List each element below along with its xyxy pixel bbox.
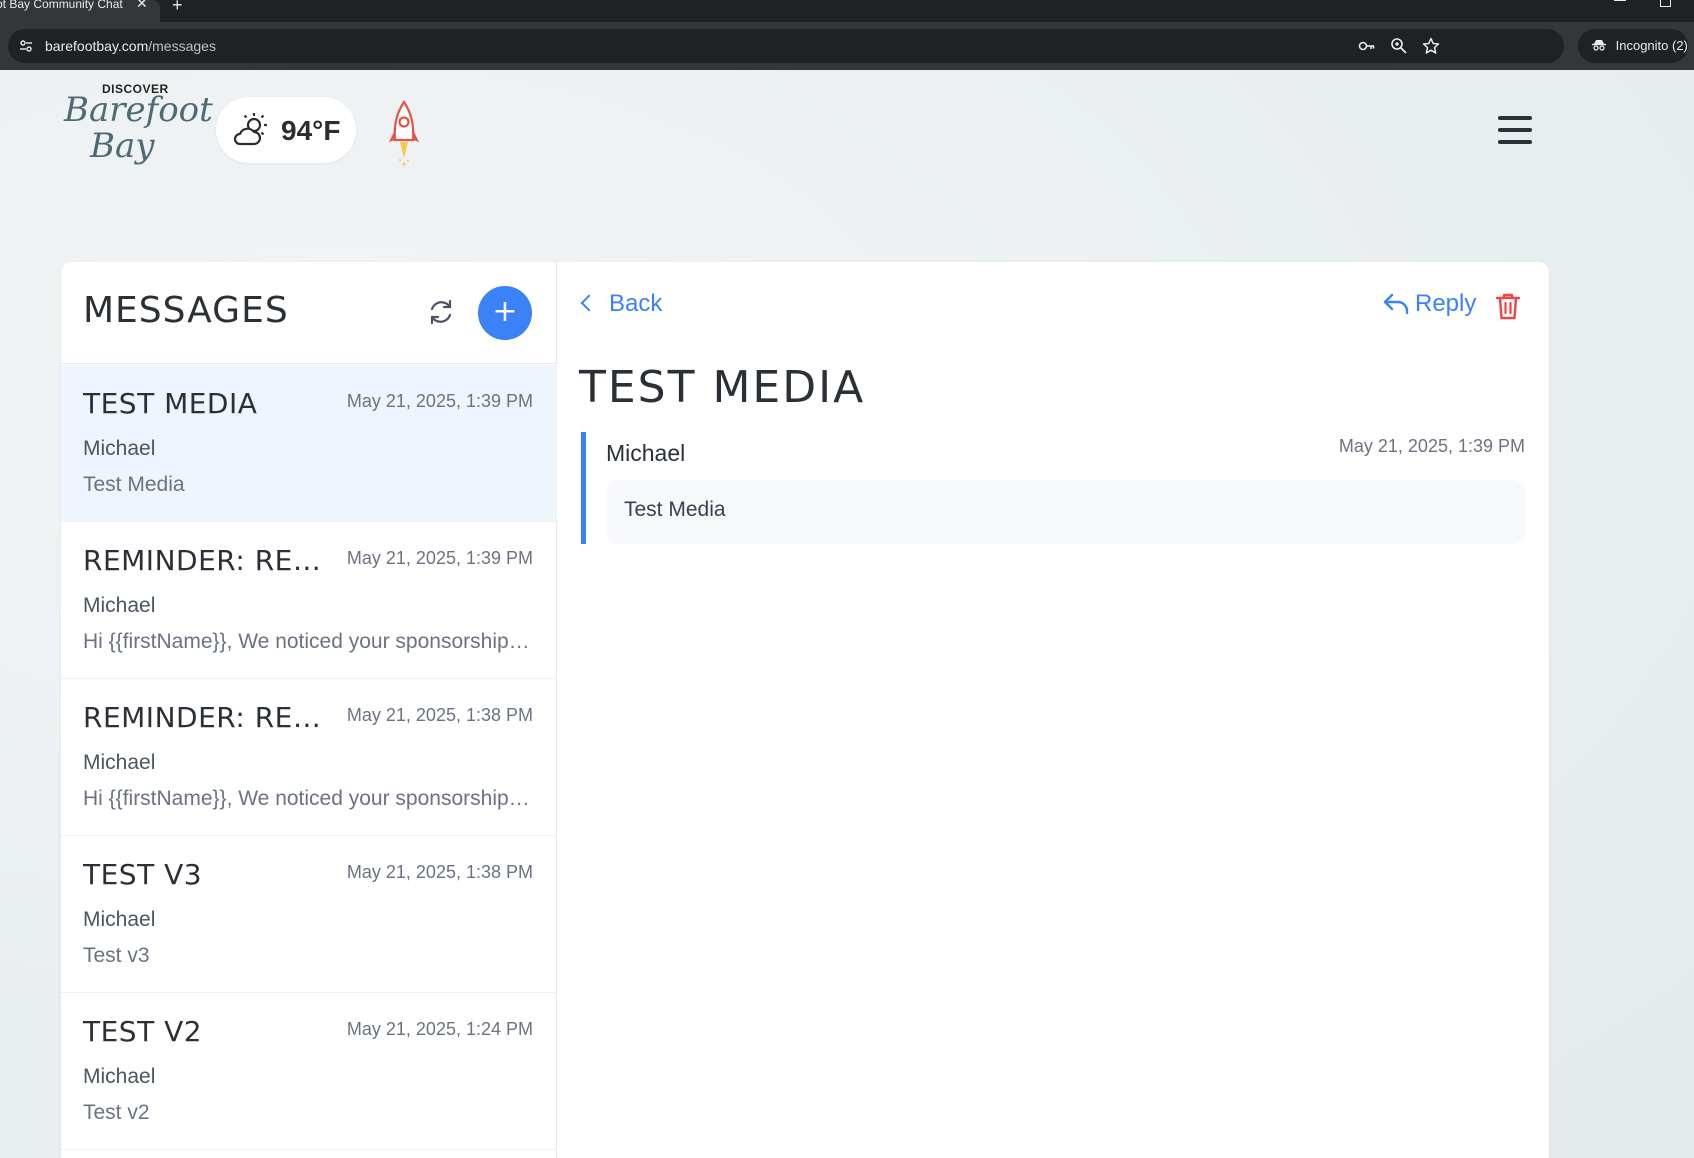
- chevron-left-icon: [580, 294, 598, 312]
- back-button[interactable]: Back: [580, 290, 663, 318]
- message-detail-title: TEST MEDIA: [579, 362, 866, 413]
- thread-sender: Michael: [606, 440, 686, 466]
- zoom-icon[interactable]: [1390, 37, 1408, 55]
- messages-title: MESSAGES: [83, 290, 289, 331]
- message-preview: Hi {{firstName}}, We noticed your sponso…: [83, 630, 535, 653]
- message-list-item[interactable]: REMINDER: RENEW May 21, 2025, 1:38 PM Mi…: [61, 679, 557, 836]
- message-list-panel: MESSAGES + TEST MEDIA May 21, 2025, 1:39…: [61, 262, 557, 1158]
- message-preview: Hi {{firstName}}, We noticed your sponso…: [83, 787, 535, 810]
- message-sender: Michael: [83, 908, 156, 931]
- messages-container: MESSAGES + TEST MEDIA May 21, 2025, 1:39…: [61, 262, 1549, 1158]
- message-list-item[interactable]: REMINDER: RENEW May 21, 2025, 1:39 PM Mi…: [61, 522, 557, 679]
- minimize-icon[interactable]: [1614, 0, 1626, 1]
- site-info-icon[interactable]: [18, 38, 34, 54]
- weather-widget[interactable]: 94°F: [216, 97, 356, 163]
- message-date: May 21, 2025, 1:38 PM: [346, 862, 533, 882]
- weather-temperature: 94°F: [281, 115, 341, 146]
- logo-line-2: Bay: [90, 126, 155, 166]
- message-list-item[interactable]: TEST V2 May 21, 2025, 1:24 PM Michael Te…: [61, 993, 557, 1150]
- message-subject: REMINDER: RENEW: [83, 701, 329, 734]
- message-list-header: MESSAGES +: [61, 262, 557, 364]
- browser-toolbar: barefootbay.com/messages Incognito (2): [0, 22, 1694, 70]
- incognito-label: Incognito (2): [1615, 38, 1688, 53]
- partly-cloudy-sun-icon: [232, 111, 270, 149]
- message-subject: TEST MEDIA: [83, 387, 258, 420]
- back-label: Back: [609, 290, 663, 317]
- message-date: May 21, 2025, 1:39 PM: [346, 391, 533, 411]
- browser-tabstrip: ot Bay Community Chat ✕ +: [0, 0, 1694, 22]
- maximize-icon[interactable]: [1660, 0, 1671, 7]
- message-list-item[interactable]: TEST MEDIA May 21, 2025, 1:39 PM Michael…: [61, 365, 557, 522]
- new-tab-button[interactable]: +: [172, 0, 183, 16]
- site-logo[interactable]: DISCOVER Barefoot Bay: [60, 82, 213, 170]
- message-subject: REMINDER: RENEW: [83, 544, 329, 577]
- message-list-item[interactable]: TEST V3 May 21, 2025, 1:38 PM Michael Te…: [61, 836, 557, 993]
- message-sender: Michael: [83, 437, 156, 460]
- message-preview: Test v3: [83, 944, 150, 967]
- url-host: barefootbay.com: [45, 38, 149, 54]
- tab-close-icon[interactable]: ✕: [136, 0, 148, 10]
- logo-line-1: Barefoot: [64, 90, 213, 130]
- reply-label: Reply: [1415, 290, 1477, 317]
- compose-button[interactable]: +: [478, 286, 532, 340]
- thread-body: Test Media: [606, 480, 1525, 544]
- browser-tab[interactable]: ot Bay Community Chat ✕: [0, 0, 160, 22]
- message-date: May 21, 2025, 1:38 PM: [346, 705, 533, 725]
- refresh-icon[interactable]: [421, 292, 461, 332]
- incognito-icon: [1592, 38, 1610, 53]
- message-sender: Michael: [83, 1065, 156, 1088]
- bookmark-star-icon[interactable]: [1422, 37, 1440, 55]
- rocket-icon[interactable]: [386, 100, 422, 180]
- address-bar[interactable]: barefootbay.com/messages: [8, 29, 1564, 63]
- thread-date: May 21, 2025, 1:39 PM: [1338, 436, 1525, 456]
- message-thread-entry: Michael May 21, 2025, 1:39 PM Test Media: [581, 432, 1525, 544]
- url-path: /messages: [148, 38, 216, 54]
- message-subject: TEST V2: [83, 1015, 203, 1048]
- reply-arrow-icon: [1383, 293, 1409, 315]
- message-detail-panel: Back Reply TEST MEDIA Michael May 21, 20…: [557, 262, 1549, 1158]
- message-date: May 21, 2025, 1:39 PM: [346, 548, 533, 568]
- message-preview: Test v2: [83, 1101, 150, 1124]
- reply-button[interactable]: Reply: [1383, 290, 1476, 318]
- message-preview: Test Media: [83, 473, 185, 496]
- tab-title: ot Bay Community Chat: [0, 0, 123, 11]
- password-key-icon[interactable]: [1358, 37, 1376, 55]
- url-text: barefootbay.com/messages: [45, 38, 216, 54]
- message-subject: TEST V3: [83, 858, 203, 891]
- trash-icon[interactable]: [1495, 292, 1521, 320]
- incognito-indicator[interactable]: Incognito (2): [1578, 29, 1688, 63]
- message-sender: Michael: [83, 751, 156, 774]
- menu-icon[interactable]: [1498, 116, 1532, 144]
- message-sender: Michael: [83, 594, 156, 617]
- message-date: May 21, 2025, 1:24 PM: [346, 1019, 533, 1039]
